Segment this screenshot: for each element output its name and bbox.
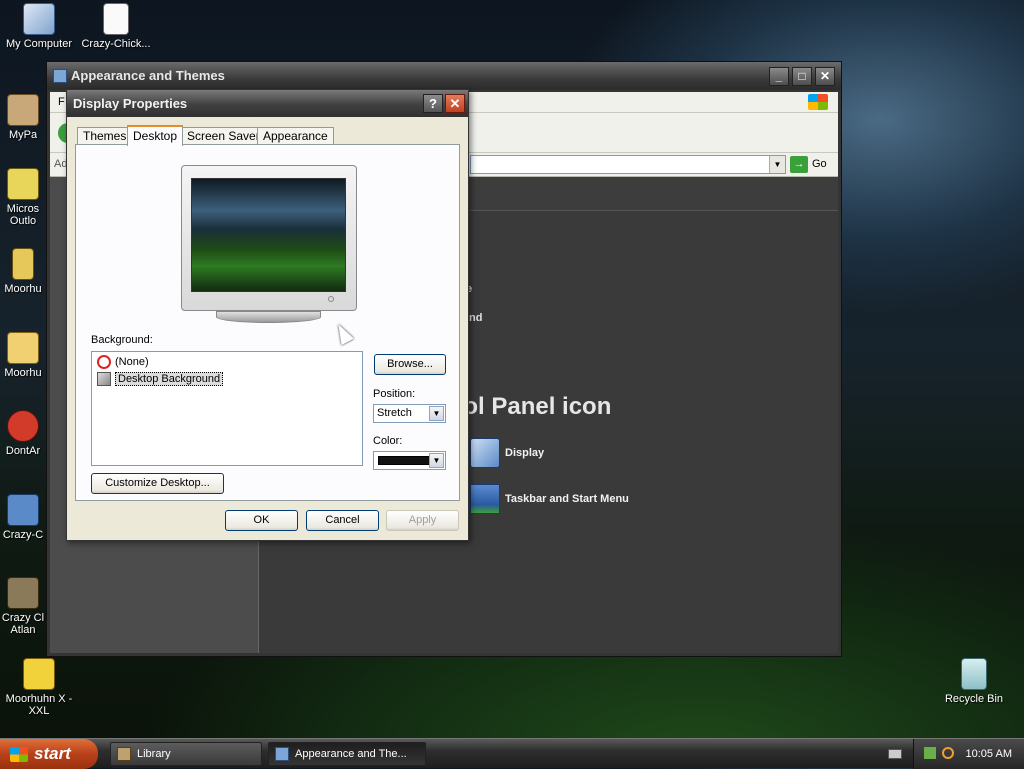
desktop-icon-moorhuhn-xxl[interactable]: Moorhuhn X - XXL (0, 658, 78, 717)
desktop-icon-moorhuhn-2[interactable]: Moorhu (0, 332, 46, 379)
folder-icon (7, 332, 39, 364)
desktop-tab-panel: Background: (None) Desktop Background Br… (75, 144, 460, 501)
desktop-icon-dontar[interactable]: DontAr (0, 410, 46, 457)
list-item[interactable]: Desktop Background (97, 372, 224, 387)
power-led-icon (328, 296, 334, 302)
start-button[interactable]: start (0, 739, 98, 769)
window-titlebar[interactable]: Appearance and Themes _ □ ✕ (47, 62, 841, 90)
cp-item-label: Display (505, 447, 545, 459)
color-swatch (378, 456, 432, 465)
task-fragment-2[interactable]: nd (469, 312, 482, 324)
task-button-library[interactable]: Library (110, 742, 262, 766)
maximize-button[interactable]: □ (792, 67, 812, 86)
desktop-icon-label: MyPa (8, 129, 38, 141)
background-list[interactable]: (None) Desktop Background (91, 351, 363, 466)
desktop-icon-outlook[interactable]: Micros Outlo (0, 168, 46, 227)
chevron-down-icon[interactable]: ▼ (429, 453, 444, 468)
ok-button[interactable]: OK (225, 510, 298, 531)
none-icon (97, 355, 111, 369)
taskbar: start Library Appearance and The... 10:0… (0, 738, 1024, 769)
chevron-down-icon[interactable]: ▼ (429, 406, 444, 421)
control-panel-icon (275, 747, 289, 761)
desktop-icon-crazy-chicken[interactable]: Crazy-Chick... (77, 3, 155, 50)
keyboard-icon[interactable] (888, 749, 902, 759)
recycle-bin-icon (961, 658, 987, 690)
tab-desktop[interactable]: Desktop (127, 125, 184, 146)
windows-logo-icon (10, 747, 28, 762)
color-picker[interactable]: ▼ (373, 451, 446, 470)
desktop-icon-crazy-atlantis[interactable]: Crazy Cl Atlan (0, 577, 46, 636)
apply-button[interactable]: Apply (386, 510, 459, 531)
control-panel-icon (53, 69, 67, 83)
shortcut-icon (7, 577, 39, 609)
desktop-icon-label: Crazy-Chick... (81, 38, 151, 50)
menu-file[interactable]: F (58, 96, 65, 108)
monitor-stand (216, 311, 321, 323)
minimize-button[interactable]: _ (769, 67, 789, 86)
color-label: Color: (373, 435, 403, 447)
address-input[interactable]: ▼ (470, 155, 786, 174)
position-select[interactable]: Stretch ▼ (373, 404, 446, 423)
browse-button[interactable]: Browse... (374, 354, 446, 375)
dialog-titlebar[interactable]: Display Properties ? ✕ (67, 90, 468, 117)
folder-icon (7, 94, 39, 126)
pick-control-panel-heading: rol Panel icon (454, 393, 612, 420)
shortcut-icon (7, 494, 39, 526)
computer-icon (23, 3, 55, 35)
background-label: Background: (91, 334, 153, 346)
desktop-icon-my-computer[interactable]: My Computer (0, 3, 78, 50)
desktop-icon-label: Crazy-C (2, 529, 44, 541)
window-title: Appearance and Themes (71, 68, 225, 83)
desktop-icon-label: Moorhu (4, 283, 42, 295)
desktop-icon-label: Micros Outlo (6, 203, 40, 227)
desktop-icon-label: Moorhu (4, 367, 42, 379)
desktop-icon-label: DontAr (5, 445, 41, 457)
tab-appearance[interactable]: Appearance (257, 127, 334, 145)
tab-themes[interactable]: Themes (77, 127, 133, 145)
close-button[interactable]: ✕ (815, 67, 835, 86)
wallpaper-preview (191, 178, 346, 292)
desktop-icon-label: Moorhuhn X - XXL (5, 693, 73, 717)
folder-icon (117, 747, 131, 761)
chevron-down-icon[interactable]: ▼ (769, 156, 785, 173)
desktop-icon-label: My Computer (5, 38, 73, 50)
close-button[interactable]: ✕ (445, 94, 465, 113)
monitor-preview (181, 165, 357, 311)
display-properties-dialog: Display Properties ? ✕ Themes Desktop Sc… (66, 89, 469, 541)
archive-icon (12, 248, 34, 280)
position-label: Position: (373, 388, 416, 400)
taskbar-icon (470, 484, 500, 514)
system-tray: 10:05 AM (913, 739, 1024, 769)
go-arrow-icon: → (790, 156, 808, 173)
customize-desktop-button[interactable]: Customize Desktop... (91, 473, 224, 494)
desktop-icon-moorhuhn-1[interactable]: Moorhu (0, 248, 46, 295)
cp-item-label: Taskbar and Start Menu (505, 493, 629, 505)
clock[interactable]: 10:05 AM (966, 739, 1012, 769)
help-button[interactable]: ? (423, 94, 443, 113)
task-button-appearance[interactable]: Appearance and The... (268, 742, 426, 766)
list-item[interactable]: (None) (97, 355, 149, 370)
display-icon (470, 438, 500, 468)
cancel-button[interactable]: Cancel (306, 510, 379, 531)
game-icon (7, 410, 39, 442)
desktop-icon-crazy-c[interactable]: Crazy-C (0, 494, 46, 541)
desktop-icon-label: Crazy Cl Atlan (1, 612, 45, 636)
game-icon (23, 658, 55, 690)
windows-logo-icon (808, 94, 828, 110)
search-icon[interactable] (942, 747, 954, 759)
network-icon[interactable] (924, 747, 936, 759)
outlook-icon (7, 168, 39, 200)
document-icon (103, 3, 129, 35)
go-label: Go (812, 158, 827, 170)
picture-icon (97, 372, 111, 386)
desktop-icon-mypa[interactable]: MyPa (0, 94, 46, 141)
desktop-icon-recycle-bin[interactable]: Recycle Bin (935, 658, 1013, 705)
go-button[interactable]: → Go (790, 156, 827, 173)
desktop-icon-label: Recycle Bin (944, 693, 1004, 705)
tab-screen-saver[interactable]: Screen Saver (181, 127, 266, 145)
dialog-title: Display Properties (73, 96, 188, 111)
